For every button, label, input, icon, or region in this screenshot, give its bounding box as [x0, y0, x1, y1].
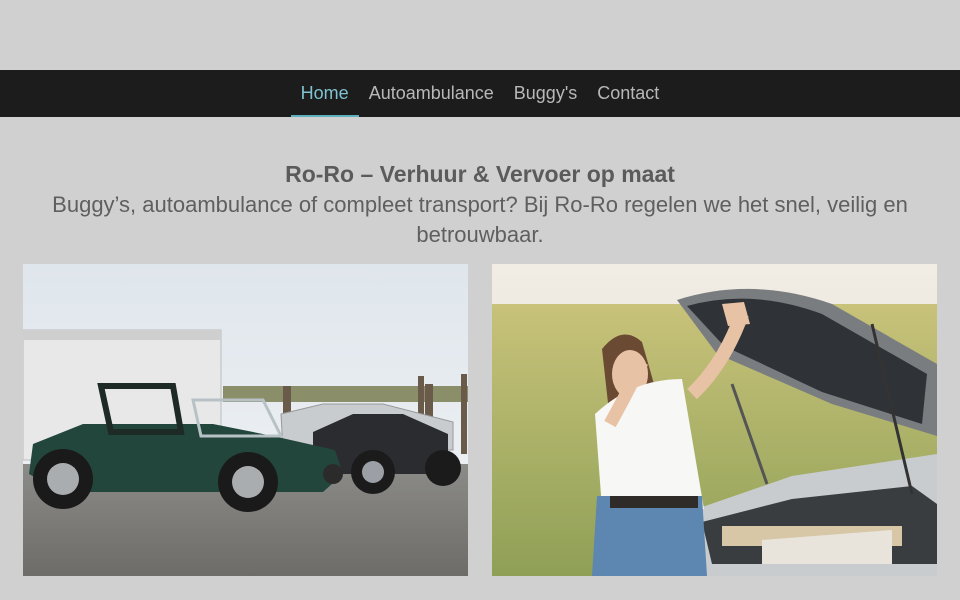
- nav-item-autoambulance[interactable]: Autoambulance: [359, 70, 504, 117]
- buggies-photo: [23, 264, 468, 576]
- top-spacer: [0, 0, 960, 70]
- nav-item-label: Buggy's: [513, 83, 578, 103]
- nav-item-label: Home: [300, 83, 349, 103]
- nav-item-buggys[interactable]: Buggy's: [504, 70, 587, 117]
- nav-item-home[interactable]: Home: [290, 70, 359, 117]
- page-subtitle: Buggy’s, autoambulance of compleet trans…: [52, 192, 908, 247]
- nav-item-contact[interactable]: Contact: [587, 70, 669, 117]
- woman-car-image: [492, 264, 937, 576]
- nav-item-label: Autoambulance: [368, 83, 494, 103]
- woman-car-breakdown-photo: [492, 264, 937, 576]
- main-navbar: Home Autoambulance Buggy's Contact: [0, 70, 960, 117]
- nav-item-label: Contact: [597, 83, 660, 103]
- buggies-image: [23, 264, 468, 576]
- page-title: Ro-Ro – Verhuur & Vervoer op maat: [285, 161, 675, 187]
- hero-section: Ro-Ro – Verhuur & Vervoer op maat Buggy’…: [0, 158, 960, 250]
